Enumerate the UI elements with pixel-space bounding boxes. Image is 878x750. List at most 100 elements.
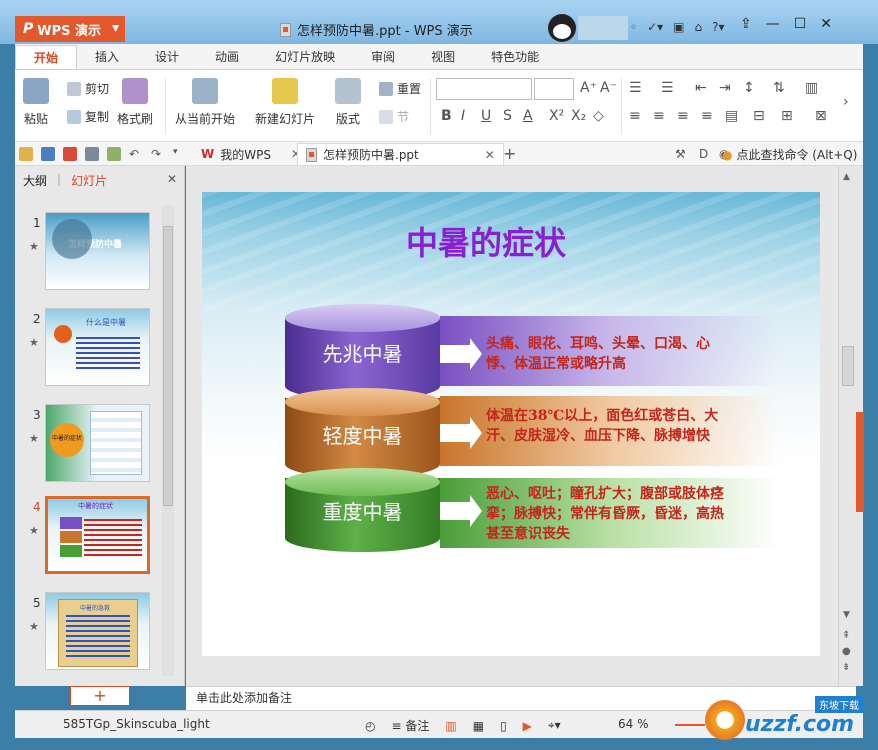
tab-review[interactable]: 审阅 [353,45,413,69]
format-painter-button[interactable]: 格式刷 [117,78,153,127]
scroll-up-icon[interactable]: ▲ [843,172,850,182]
distribute-icon[interactable]: ▤ [725,108,738,124]
check-icon[interactable]: ✓▾ [647,20,663,34]
tab-animation[interactable]: 动画 [197,45,257,69]
user-account-box[interactable] [578,16,628,40]
slide-thumb-row[interactable]: 1 ★ 怎样预防中暑 [15,212,165,292]
preview-icon[interactable] [107,147,121,161]
vertical-align-icon[interactable]: ⊟ [753,108,765,124]
open-icon[interactable] [19,147,33,161]
layout-button[interactable]: 版式 [335,78,361,127]
tool-icon[interactable]: ⚒ [675,147,689,161]
play-from-current-button[interactable]: 从当前开始 [175,78,235,127]
decrease-indent-icon[interactable]: ⇤ [695,80,707,96]
pdf-icon[interactable] [63,147,77,161]
smartart-icon[interactable]: ⊠ [815,108,827,124]
sorter-view-icon[interactable]: ▦ [473,719,484,733]
zoom-level[interactable]: 64 % [618,717,649,731]
slide-scrollbar[interactable]: ▲ ▼ ⇞ ● ⇟ [838,166,856,686]
next-slide-icon[interactable]: ⇟ [842,662,850,673]
current-slide[interactable]: 中暑的症状 先兆中暑 头痛、眼花、耳鸣、头晕、口渴、心悸、体温正常或略升高 轻度… [202,192,820,656]
columns-icon[interactable]: ▥ [805,80,818,96]
play-icon[interactable]: ▶ [523,719,532,733]
font-name-select[interactable] [436,78,532,100]
center-icon[interactable]: ● [842,646,851,657]
close-panel-icon[interactable]: ✕ [167,172,177,186]
new-tab-icon[interactable]: + [503,144,517,163]
bold-icon[interactable]: B [441,108,452,124]
new-slide-button[interactable]: 新建幻灯片 [255,78,315,127]
add-slide-button[interactable]: + [70,686,130,706]
line-spacing-icon[interactable]: ↕ [743,80,755,96]
slide-thumb-row[interactable]: 5 ★ 中暑的急救 [15,592,165,672]
box-icon[interactable]: ▣ [673,20,684,34]
slide-thumbnail[interactable]: 什么是中暑 [45,308,150,386]
tab-view[interactable]: 视图 [413,45,473,69]
panel-scroll-thumb[interactable] [163,226,173,506]
reset-button[interactable]: 重置 [379,80,421,97]
slide-thumb-row[interactable]: 4 ★ 中暑的症状 [15,496,165,576]
underline-icon[interactable]: U [481,108,491,124]
font-size-select[interactable] [534,78,574,100]
redo-icon[interactable]: ↷ [151,147,165,161]
slide-thumbnail-selected[interactable]: 中暑的症状 [45,496,150,574]
tab-home[interactable]: 开始 [15,45,78,69]
numbering-icon[interactable]: ☰ [661,80,674,96]
reading-view-icon[interactable]: ▯ [500,719,507,733]
slide-scroll-thumb[interactable] [842,346,854,386]
maximize-icon[interactable]: ☐ [794,16,807,32]
superscript-icon[interactable]: X² [549,108,564,124]
increase-indent-icon[interactable]: ⇥ [719,80,731,96]
slide-thumbnail[interactable]: 怎样预防中暑 [45,212,150,290]
align-left-icon[interactable]: ≡ [629,108,641,124]
tab-special[interactable]: 特色功能 [473,45,557,69]
notes-toggle-button[interactable]: ≡ 备注 [391,717,429,734]
minimize-icon[interactable]: — [766,16,780,32]
scroll-down-icon[interactable]: ▼ [843,610,850,620]
italic-icon[interactable]: I [461,108,465,124]
section-button[interactable]: 节 [379,108,409,125]
panel-scrollbar[interactable] [162,206,174,676]
paste-button[interactable]: 粘贴 [23,78,49,127]
d-icon[interactable]: D [699,147,713,161]
slide-title[interactable]: 中暑的症状 [202,218,770,264]
restore-doc-icon[interactable]: ⇪ [740,16,752,32]
pin-icon[interactable]: ⌖▾ [548,718,561,733]
copy-button[interactable]: 复制 [67,108,109,125]
text-direction-icon[interactable]: ⇅ [773,80,785,96]
wps-app-menu-button[interactable]: P WPS 演示 ▼ [15,16,125,42]
slide-thumbnail[interactable]: 中暑的症状 [45,404,150,482]
doc-tab-ppt[interactable]: 怎样预防中暑.ppt ✕ [297,143,504,165]
normal-view-icon[interactable]: ▥ [445,719,456,733]
shrink-font-icon[interactable]: A⁻ [600,80,617,96]
bullets-icon[interactable]: ☰ [629,80,642,96]
history-icon[interactable]: ◴ [365,719,375,733]
tab-slideshow[interactable]: 幻灯片放映 [257,45,353,69]
slide-thumbnail[interactable]: 中暑的急救 [45,592,150,670]
grow-font-icon[interactable]: A⁺ [580,80,597,96]
skin-icon[interactable]: ◦ [630,20,637,34]
justify-icon[interactable]: ≡ [701,108,713,124]
ribbon-scroll-right-icon[interactable]: › [843,94,849,110]
tab-outline[interactable]: 大纲 [23,172,47,194]
qq-avatar-icon[interactable] [548,14,576,42]
command-search[interactable]: ● 点此查找命令 (Alt+Q) [722,146,857,163]
print-icon[interactable] [85,147,99,161]
close-icon[interactable]: ✕ [820,16,832,32]
doc-tab-my-wps[interactable]: W 我的WPS ✕ [193,143,309,165]
tab-insert[interactable]: 插入 [77,45,137,69]
qat-more-icon[interactable]: ▾ [173,147,187,161]
save-icon[interactable] [41,147,55,161]
zoom-slider[interactable] [675,724,705,726]
subscript-icon[interactable]: X₂ [571,108,586,124]
side-panel-toggle[interactable] [856,412,864,512]
font-color-icon[interactable]: A [523,108,533,124]
clear-format-icon[interactable]: ◇ [593,108,604,124]
undo-icon[interactable]: ↶ [129,147,143,161]
tab-slides[interactable]: 幻灯片 [71,172,107,194]
help-icon[interactable]: ?▾ [712,20,724,34]
text-box-icon[interactable]: ⊞ [781,108,793,124]
slide-thumb-row[interactable]: 3 ★ 中暑的症状 [15,404,165,484]
shirt-icon[interactable]: ⌂ [695,20,703,34]
tab-design[interactable]: 设计 [137,45,197,69]
